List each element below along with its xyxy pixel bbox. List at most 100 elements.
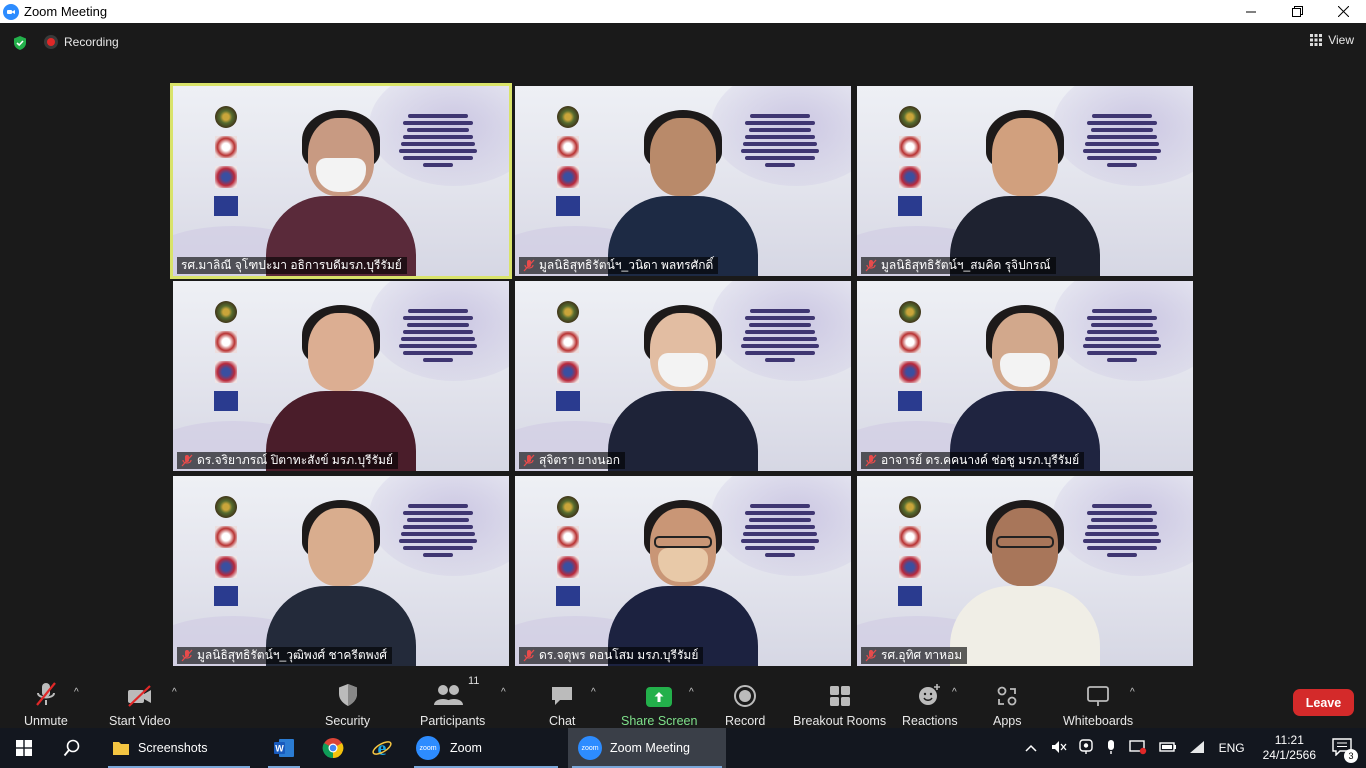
whiteboards-button[interactable]: Whiteboards [1063,677,1133,728]
reactions-button[interactable]: Reactions [902,677,958,728]
security-button[interactable]: Security [325,677,370,728]
background-logos [555,496,581,606]
emblem-icon [214,586,238,606]
zoom-icon: zoom [416,736,440,760]
microphone-icon[interactable] [1105,739,1117,758]
participant-video [950,106,1100,276]
start-button[interactable] [0,728,48,768]
emblem-icon [215,166,237,188]
start-video-button[interactable]: Start Video [109,677,171,728]
unmute-button[interactable]: Unmute [24,677,68,728]
windows-taskbar: Screenshots W e zoom Zoom zoom Zoom Meet… [0,728,1366,768]
muted-microphone-icon [523,649,535,662]
video-tile[interactable]: มูลนิธิสุทธิรัตน์ฯ_วนิดา พลทรศักดิ์ [515,86,851,276]
slide-text-line [749,518,811,522]
apps-icon [996,677,1018,707]
taskbar-app-ie[interactable]: e [362,728,402,768]
taskbar-clock[interactable]: 11:21 24/1/2566 [1263,733,1316,763]
view-button[interactable]: View [1310,33,1354,47]
breakout-rooms-button[interactable]: Breakout Rooms [793,677,886,728]
video-tile[interactable]: สุจิตรา ยางนอก [515,281,851,471]
participant-video [608,301,758,471]
video-tile[interactable]: อาจารย์ ดร.คคนางค์ ช่อชู มรภ.บุรีรัมย์ [857,281,1193,471]
input-language[interactable]: ENG [1219,741,1245,755]
apps-button[interactable]: Apps [993,677,1022,728]
apps-label: Apps [993,714,1022,728]
search-button[interactable] [48,728,96,768]
restore-button[interactable] [1274,0,1320,23]
slide-text-line [1092,309,1152,313]
battery-icon[interactable] [1158,741,1177,756]
participant-name-label: มูลนิธิสุทธิรัตน์ฯ_วนิดา พลทรศักดิ์ [519,257,719,274]
slide-text-line [423,163,453,167]
participant-video [266,106,416,276]
slide-text-line [1091,128,1153,132]
background-logos [213,301,239,411]
participant-name: สุจิตรา ยางนอก [539,453,620,467]
taskbar-app-zoom-meeting[interactable]: zoom Zoom Meeting [568,728,726,768]
slide-text-line [1092,114,1152,118]
video-tile[interactable]: รศ.อุทิศ ทาหอม [857,476,1193,666]
clock-time: 11:21 [1274,733,1304,747]
muted-microphone-icon [181,649,193,662]
security-shield-icon [337,677,359,707]
participant-name-label: ดร.จริยาภรณ์ ปิตาทะสังข์ มรภ.บุรีรัมย์ [177,452,398,469]
participant-video [950,496,1100,666]
record-button[interactable]: Record [725,677,765,728]
emblem-icon [557,361,579,383]
emblem-icon [215,301,237,323]
participant-body [950,586,1100,666]
leave-button[interactable]: Leave [1293,689,1354,716]
share-options-caret[interactable]: ^ [689,687,694,698]
emblem-icon [215,361,237,383]
emblem-icon [899,106,921,128]
participants-options-caret[interactable]: ^ [501,687,506,698]
muted-microphone-icon [181,454,193,467]
video-tile[interactable]: ดร.จริยาภรณ์ ปิตาทะสังข์ มรภ.บุรีรัมย์ [173,281,509,471]
emblem-icon [557,106,579,128]
video-tile[interactable]: มูลนิธิสุทธิรัตน์ฯ_สมคิด รุจิปกรณ์ [857,86,1193,276]
taskbar-app-word[interactable]: W [264,728,304,768]
wifi-icon[interactable] [1189,740,1205,757]
participants-button[interactable]: 11 Participants [420,675,485,728]
taskbar-app-screenshots[interactable]: Screenshots [104,728,254,768]
audio-options-caret[interactable]: ^ [74,687,79,698]
reactions-options-caret[interactable]: ^ [952,687,957,698]
volume-muted-icon[interactable] [1051,740,1067,757]
minimize-button[interactable] [1228,0,1274,23]
participant-video [608,106,758,276]
slide-text-line [423,553,453,557]
taskbar-app-chrome[interactable] [313,728,353,768]
emblem-icon [556,391,580,411]
video-tile[interactable]: มูลนิธิสุทธิรัตน์ฯ_วุฒิพงศ์ ชาครีตพงศ์ [173,476,509,666]
emblem-icon [898,196,922,216]
share-screen-button[interactable]: Share Screen [621,677,697,728]
emblem-icon [899,166,921,188]
webcam-icon[interactable] [1078,738,1093,758]
display-icon[interactable] [1128,739,1147,758]
video-options-caret[interactable]: ^ [172,687,177,698]
encryption-shield-icon[interactable] [12,35,28,51]
participant-face [308,508,374,586]
taskbar-app-label: Screenshots [138,741,208,755]
grid-view-icon [1310,34,1323,46]
notifications-icon[interactable]: 3 [1332,737,1358,763]
chat-button[interactable]: Chat [549,677,575,728]
emblem-icon [557,496,579,518]
window-titlebar: Zoom Meeting [0,0,1366,23]
participant-name: มูลนิธิสุทธิรัตน์ฯ_สมคิด รุจิปกรณ์ [881,258,1051,272]
taskbar-app-label: Zoom Meeting [610,741,690,755]
background-logos [897,106,923,216]
notification-count-badge: 3 [1344,748,1358,763]
close-button[interactable] [1320,0,1366,23]
taskbar-app-zoom[interactable]: zoom Zoom [410,728,562,768]
slide-text-line [750,504,810,508]
chat-options-caret[interactable]: ^ [591,687,596,698]
slide-text-line [765,553,795,557]
whiteboards-options-caret[interactable]: ^ [1130,687,1135,698]
video-tile[interactable]: รศ.มาลิณี จุโฑปะมา อธิการบดีมรภ.บุรีรัมย… [170,83,512,279]
recording-indicator[interactable]: Recording [44,35,119,49]
show-hidden-icons-chevron-icon[interactable] [1025,741,1037,755]
video-tile[interactable]: ดร.จตุพร ดอนโสม มรภ.บุรีรัมย์ [515,476,851,666]
word-icon: W [274,739,294,757]
